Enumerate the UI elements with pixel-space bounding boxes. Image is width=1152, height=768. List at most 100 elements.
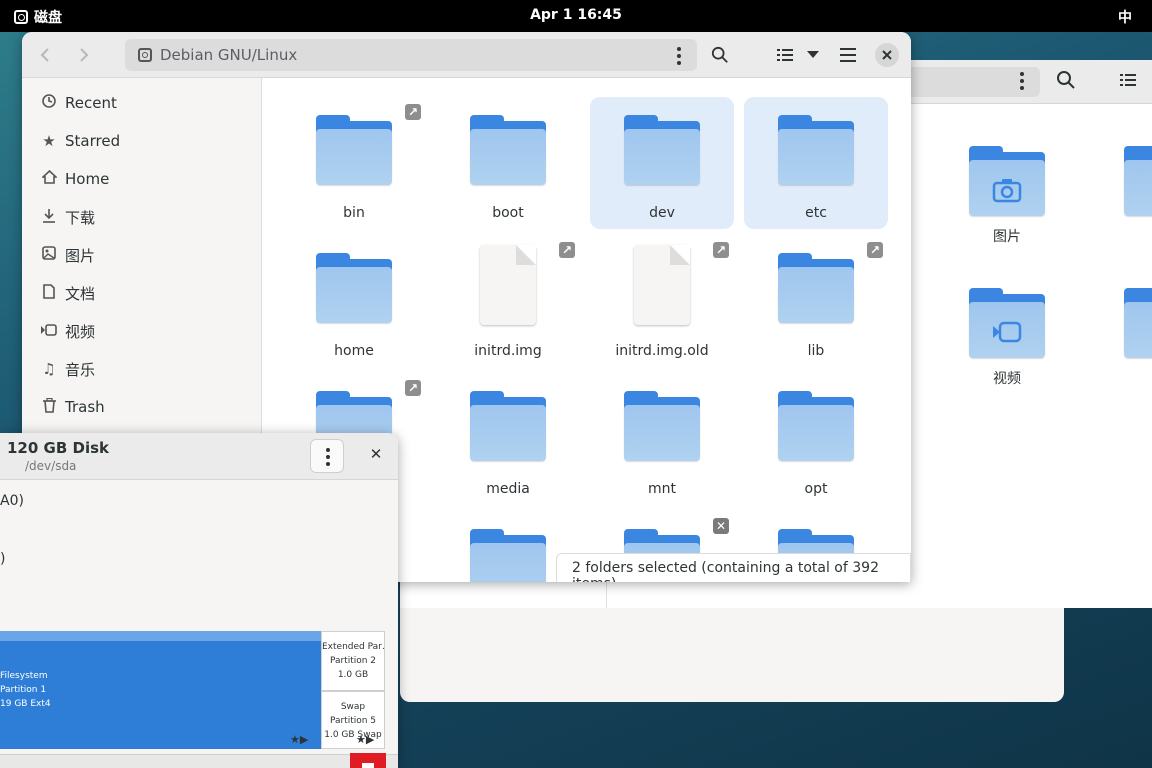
sidebar-item-music[interactable]: ♫ 音乐: [22, 350, 262, 388]
location-menu-icon[interactable]: [677, 47, 681, 68]
item-label: media: [486, 481, 530, 497]
clock-icon: [40, 94, 58, 112]
bg-folder-label: 音: [1092, 368, 1152, 388]
volume-size: 1.0 GB: [337, 670, 369, 680]
folder-icon: [967, 282, 1047, 362]
selection-status-bar: 2 folders selected (containing a total o…: [556, 553, 911, 582]
folder-item-bin[interactable]: ↗ bin: [282, 97, 426, 229]
back-button[interactable]: [31, 41, 59, 69]
close-icon: [882, 50, 892, 60]
folder-item-lib[interactable]: ↗ lib: [744, 235, 888, 367]
background-search-icon[interactable]: [1056, 70, 1076, 94]
bg-folder-music[interactable]: 音: [1092, 282, 1152, 388]
file-icon: [468, 243, 548, 329]
sidebar-item-label: 下载: [65, 208, 96, 227]
disk-info-line: A0): [0, 493, 24, 509]
item-label: boot: [492, 205, 524, 221]
folder-item-media[interactable]: media: [436, 373, 580, 505]
file-item-initrd-img[interactable]: ↗ initrd.img: [436, 235, 580, 367]
background-window-bottom: [400, 608, 1064, 702]
folder-icon: [314, 247, 394, 327]
bg-folder-videos[interactable]: 视频: [937, 282, 1077, 388]
video-icon: [40, 322, 58, 340]
folder-item-boot[interactable]: boot: [436, 97, 580, 229]
sidebar-item-pictures[interactable]: 图片: [22, 236, 262, 274]
video-icon: [993, 321, 1022, 343]
bg-folder-label: 图片: [993, 229, 1021, 245]
bg-folder-pictures[interactable]: 图片: [937, 140, 1077, 246]
disk-title: 120 GB Disk: [7, 439, 109, 457]
volume-toolbar: [0, 754, 398, 768]
sidebar-item-label: Home: [65, 170, 110, 188]
sidebar-item-downloads[interactable]: 下载: [22, 198, 262, 236]
folder-icon: [1122, 282, 1152, 362]
folder-item-opt[interactable]: opt: [744, 373, 888, 505]
volume-partition-1[interactable]: Filesystem Partition 1 19 GB Ext4 ★▶: [0, 631, 321, 749]
forward-button[interactable]: [70, 41, 98, 69]
clock[interactable]: Apr 1 16:45: [0, 7, 1152, 23]
item-label: home: [334, 343, 374, 359]
trash-icon: [40, 397, 58, 417]
sidebar-item-starred[interactable]: ★ Starred: [22, 122, 262, 160]
bg-folder-documents[interactable]: 文: [1092, 140, 1152, 246]
folder-item-mnt[interactable]: mnt: [590, 373, 734, 505]
sidebar-item-label: 文档: [65, 284, 96, 303]
folder-item-home[interactable]: home: [282, 235, 426, 367]
search-button[interactable]: [706, 41, 734, 69]
volume-type: Swap: [340, 702, 366, 712]
sidebar-item-documents[interactable]: 文档: [22, 274, 262, 312]
music-icon: ♫: [42, 360, 56, 378]
close-button[interactable]: [875, 43, 899, 67]
delete-partition-button[interactable]: [350, 753, 386, 768]
drive-icon: [138, 48, 152, 62]
sidebar-item-videos[interactable]: 视频: [22, 312, 262, 350]
image-icon: [40, 246, 58, 264]
folder-icon: [622, 385, 702, 465]
sidebar-item-label: Recent: [65, 94, 117, 112]
volume-partition-5[interactable]: Swap Partition 5 1.0 GB Swap ★▶: [321, 691, 385, 749]
volume-size: 19 GB Ext4: [0, 699, 51, 709]
disks-window: 120 GB Disk /dev/sda ✕ A0) ) Filesystem …: [0, 433, 398, 768]
disk-menu-button[interactable]: [310, 439, 344, 473]
chevron-right-icon: [80, 48, 89, 62]
sidebar-item-label: 图片: [65, 246, 96, 265]
volume-partition: Partition 2: [329, 656, 377, 666]
item-label: dev: [649, 205, 675, 221]
volume-partition-2[interactable]: Extended Par… Partition 2 1.0 GB: [321, 631, 385, 691]
sidebar-item-recent[interactable]: Recent: [22, 84, 262, 122]
folder-icon: [622, 109, 702, 189]
symlink-arrow-icon: ↗: [405, 380, 421, 396]
sidebar-item-label: 音乐: [65, 360, 96, 379]
view-options-button[interactable]: [799, 41, 827, 69]
home-icon: [40, 169, 58, 188]
list-view-button[interactable]: [771, 41, 799, 69]
folder-icon: [1122, 140, 1152, 220]
input-method-indicator[interactable]: 中: [1118, 7, 1132, 27]
background-list-view-icon[interactable]: [1120, 72, 1136, 92]
folder-item-dev[interactable]: dev: [590, 97, 734, 229]
sidebar-item-home[interactable]: Home: [22, 160, 262, 198]
folder-icon: [776, 109, 856, 189]
bg-folder-label: 文: [1092, 226, 1152, 246]
folder-icon: [468, 523, 548, 582]
bg-folder-label: 视频: [993, 371, 1021, 387]
folder-item-etc[interactable]: etc: [744, 97, 888, 229]
symlink-arrow-icon: ↗: [713, 242, 729, 258]
location-bar[interactable]: Debian GNU/Linux: [125, 39, 697, 71]
volume-partition: Partition 1: [0, 685, 47, 695]
location-path: Debian GNU/Linux: [160, 46, 298, 64]
folder-icon: [967, 140, 1047, 220]
chevron-left-icon: [40, 48, 49, 62]
item-label: opt: [804, 481, 828, 497]
sidebar-item-trash[interactable]: Trash: [22, 388, 262, 426]
background-more-icon[interactable]: [1020, 72, 1024, 93]
search-icon: [711, 46, 728, 63]
unreadable-emblem-icon: ✕: [713, 518, 729, 534]
close-icon[interactable]: ✕: [366, 445, 386, 465]
volume-type: Extended Par…: [322, 642, 385, 652]
list-view-icon: [777, 49, 793, 61]
file-item-initrd-img-old[interactable]: ↗ initrd.img.old: [590, 235, 734, 367]
sidebar-item-label: 视频: [65, 322, 96, 341]
main-menu-button[interactable]: [834, 41, 862, 69]
volume-label: Filesystem Partition 1 19 GB Ext4: [0, 669, 51, 711]
